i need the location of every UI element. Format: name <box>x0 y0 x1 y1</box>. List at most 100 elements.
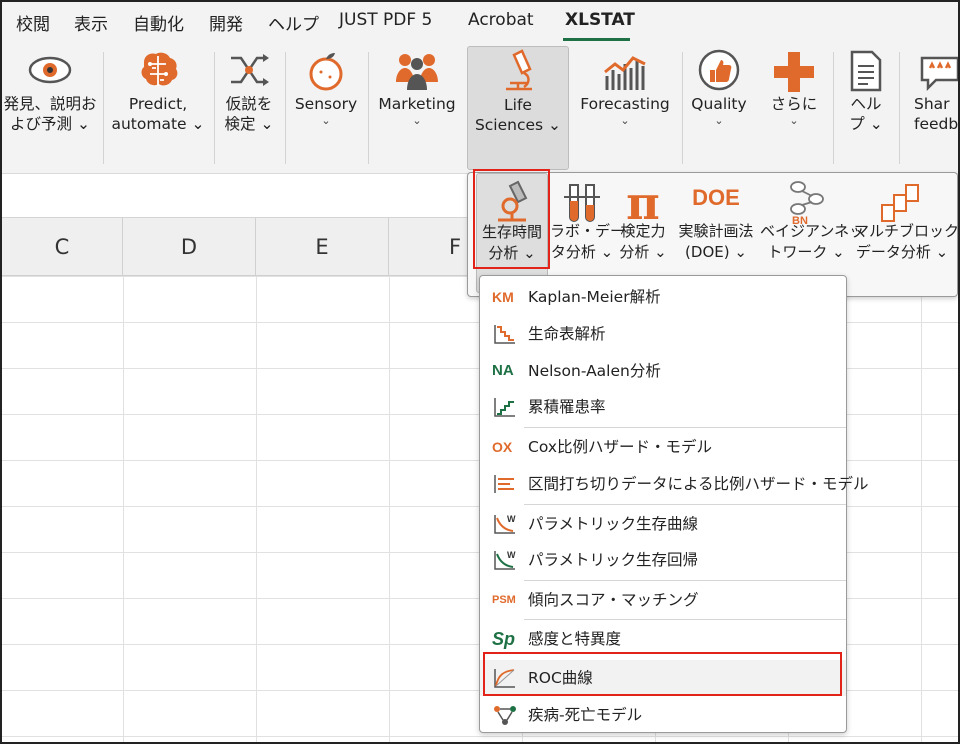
ribbon-divider <box>368 52 369 164</box>
people-group-icon <box>396 54 438 90</box>
menu-item-label: 感度と特異度 <box>528 630 622 648</box>
chevron-down-icon: ⌄ <box>76 115 90 133</box>
chevron-down-icon: ⌄ <box>523 244 536 262</box>
network-nodes-icon: BN <box>790 181 824 225</box>
share-label-2: feedba <box>914 115 959 133</box>
doe-label-2: (DOE) <box>685 243 730 261</box>
tab-developer[interactable]: 開発 <box>209 10 243 35</box>
ribbon-divider <box>103 52 104 164</box>
chevron-down-icon: ⌄ <box>620 114 630 127</box>
chevron-down-icon: ⌄ <box>191 115 205 133</box>
multiblock-button[interactable]: マルチブロック・データ分析 ⌄ <box>854 173 958 293</box>
menu-item-label: Nelson-Aalen分析 <box>528 362 661 380</box>
hypothesis-test-button[interactable]: 仮説を検定 ⌄ <box>216 42 282 170</box>
state-diagram-icon <box>494 706 516 725</box>
tab-acrobat[interactable]: Acrobat <box>468 10 534 30</box>
menu-item-label: Cox比例ハザード・モデル <box>528 438 713 456</box>
help-label-1: ヘル <box>850 95 882 113</box>
quality-label: Quality <box>691 95 747 113</box>
tab-xlstat[interactable]: XLSTAT <box>565 10 635 30</box>
menu-item-life-table[interactable]: 生命表解析 <box>480 316 846 352</box>
menu-item-label: 区間打ち切りデータによる比例ハザード・モデル <box>528 475 869 493</box>
menu-item-propensity-score[interactable]: PSM 傾向スコア・マッチング <box>480 582 846 618</box>
column-header-e[interactable]: E <box>256 218 389 276</box>
menu-item-label: ROC曲線 <box>528 669 593 687</box>
ribbon-divider <box>285 52 286 164</box>
bar-chart-trend-icon <box>604 56 646 90</box>
menu-item-label: パラメトリック生存回帰 <box>528 551 699 569</box>
forecasting-button[interactable]: Forecasting ⌄ <box>573 42 677 170</box>
microscope-icon <box>506 49 532 91</box>
chevron-down-icon: ⌄ <box>260 115 274 133</box>
more-button[interactable]: さらに ⌄ <box>758 42 830 170</box>
tab-review[interactable]: 校閲 <box>16 10 50 35</box>
tab-just-pdf[interactable]: JUST PDF 5 <box>339 10 432 30</box>
tab-automate[interactable]: 自動化 <box>133 10 184 35</box>
interval-lines-icon <box>494 475 514 493</box>
hypothesis-label-2: 検定 <box>224 115 256 133</box>
sensory-button[interactable]: Sensory ⌄ <box>287 42 365 170</box>
doe-label-1: 実験計画法 <box>678 222 754 240</box>
chevron-down-icon: ⌄ <box>789 114 799 127</box>
column-header-c[interactable]: C <box>2 218 123 276</box>
menu-separator <box>524 619 846 620</box>
microscope-icon <box>498 180 528 222</box>
cox-icon: OX <box>492 439 513 455</box>
survival-label-2: 分析 <box>488 244 519 262</box>
parametric-regression-icon: W <box>494 550 516 570</box>
ribbon-divider <box>833 52 834 164</box>
chevron-down-icon: ⌄ <box>600 243 614 261</box>
help-button[interactable]: ヘルプ ⌄ <box>836 42 896 170</box>
life-sciences-button[interactable]: Life Sciences ⌄ <box>467 46 569 170</box>
chevron-down-icon: ⌄ <box>412 114 422 127</box>
shuffle-arrows-icon <box>231 54 269 86</box>
column-header-d[interactable]: D <box>123 218 256 276</box>
menu-item-interval-censored[interactable]: 区間打ち切りデータによる比例ハザード・モデル <box>480 466 869 502</box>
sensory-label: Sensory <box>294 95 358 113</box>
menu-item-roc-curve[interactable]: ROC曲線 <box>480 660 846 696</box>
menu-item-nelson-aalen[interactable]: NA Nelson-Aalen分析 <box>480 353 846 389</box>
menu-item-label: 累積罹患率 <box>528 398 606 416</box>
chevron-down-icon: ⌄ <box>869 115 883 133</box>
svg-text:π: π <box>626 179 660 225</box>
app-window: 校閲 表示 自動化 開発 ヘルプ JUST PDF 5 Acrobat XLST… <box>0 0 960 744</box>
life-label-1: Life <box>504 96 532 114</box>
ribbon-divider <box>899 52 900 164</box>
quality-button[interactable]: Quality ⌄ <box>684 42 754 170</box>
survival-analysis-menu: KM Kaplan-Meier解析 生命表解析 NA Nelson-Aalen分… <box>479 275 869 733</box>
share-feedback-button[interactable]: Shar feedba <box>908 42 959 170</box>
describe-label-1: 発見、説明お <box>3 95 97 113</box>
chevron-down-icon: ⌄ <box>935 243 949 261</box>
menu-separator <box>524 427 846 428</box>
hypothesis-label-1: 仮説を <box>225 95 273 113</box>
stacked-blocks-icon <box>881 184 919 222</box>
tab-view[interactable]: 表示 <box>74 10 108 35</box>
menu-item-cox[interactable]: OX Cox比例ハザード・モデル <box>480 429 846 465</box>
predict-button[interactable]: Predict, automate ⌄ <box>106 42 210 170</box>
roc-curve-icon <box>494 669 515 688</box>
menu-item-parametric-survival[interactable]: W パラメトリック生存曲線 <box>480 506 846 542</box>
km-icon: KM <box>492 289 514 305</box>
doe-icon: DOE <box>692 185 740 210</box>
tab-help[interactable]: ヘルプ <box>268 10 319 35</box>
marketing-button[interactable]: Marketing ⌄ <box>370 42 464 170</box>
menu-item-illness-death[interactable]: 疾病-死亡モデル <box>480 697 846 733</box>
menu-bar: 校閲 表示 自動化 開発 ヘルプ JUST PDF 5 Acrobat XLST… <box>2 2 958 42</box>
parametric-curve-icon: W <box>494 514 516 534</box>
predict-label-1: Predict, <box>128 95 188 113</box>
menu-item-sensitivity-specificity[interactable]: Sp 感度と特異度 <box>480 621 846 657</box>
menu-item-kaplan-meier[interactable]: KM Kaplan-Meier解析 <box>480 279 846 315</box>
step-curve-icon <box>494 325 515 344</box>
describe-button[interactable]: 発見、説明お よび予測 ⌄ <box>2 42 98 170</box>
menu-separator <box>524 580 846 581</box>
chevron-down-icon: ⌄ <box>321 114 331 127</box>
forecasting-label: Forecasting <box>580 95 670 113</box>
menu-item-label: 生命表解析 <box>528 325 606 343</box>
menu-item-label: 傾向スコア・マッチング <box>528 591 699 609</box>
test-tubes-icon <box>564 184 600 222</box>
ribbon-divider <box>214 52 215 164</box>
menu-item-cumulative-incidence[interactable]: 累積罹患率 <box>480 389 846 425</box>
menu-item-parametric-regression[interactable]: W パラメトリック生存回帰 <box>480 542 846 578</box>
ribbon: 発見、説明お よび予測 ⌄ Predict, automate ⌄ 仮説を検定 ⌄ <box>2 42 959 174</box>
sensitivity-icon: Sp <box>492 629 516 649</box>
